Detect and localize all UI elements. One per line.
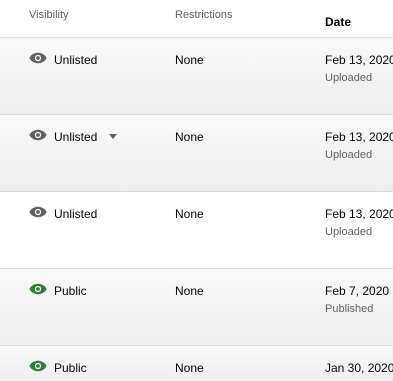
table-row[interactable]: Unlisted None Feb 13, 2020 Uploaded [0, 38, 393, 115]
eye-icon [29, 206, 47, 218]
status-value: Uploaded [325, 226, 373, 238]
status-value: Published [325, 303, 374, 315]
date-value: Feb 13, 2020 [325, 207, 393, 221]
date-value: Jan 30, 2020 [325, 361, 393, 375]
date-value: Feb 13, 2020 [325, 130, 393, 144]
visibility-label: Public [54, 361, 87, 375]
visibility-label: Public [54, 284, 87, 298]
restrictions-value: None [175, 130, 204, 144]
restrictions-value: None [175, 284, 204, 298]
date-value: Feb 13, 2020 [325, 53, 393, 67]
table-row[interactable]: Public None Feb 7, 2020 Published [0, 269, 393, 346]
column-header-restrictions[interactable]: Restrictions [175, 9, 232, 21]
table-header: Visibility Restrictions Date [0, 0, 393, 38]
column-header-date[interactable]: Date [325, 15, 351, 29]
eye-icon [29, 360, 47, 372]
table-row[interactable]: Unlisted None Feb 13, 2020 Uploaded [0, 192, 393, 269]
eye-icon [29, 52, 47, 64]
column-header-visibility[interactable]: Visibility [29, 9, 69, 21]
restrictions-value: None [175, 207, 204, 221]
status-value: Uploaded [325, 72, 373, 84]
eye-icon [29, 129, 47, 141]
restrictions-value: None [175, 53, 204, 67]
visibility-label: Unlisted [54, 207, 98, 221]
table-row[interactable]: Unlisted None Feb 13, 2020 Uploaded [0, 115, 393, 192]
eye-icon [29, 283, 47, 295]
visibility-label[interactable]: Unlisted [54, 130, 97, 144]
visibility-label: Unlisted [54, 53, 98, 67]
table-row[interactable]: Public None Jan 30, 2020 [0, 346, 393, 381]
restrictions-value: None [175, 361, 204, 375]
chevron-down-icon[interactable] [109, 134, 117, 139]
date-value: Feb 7, 2020 [325, 284, 390, 298]
status-value: Uploaded [325, 149, 373, 161]
